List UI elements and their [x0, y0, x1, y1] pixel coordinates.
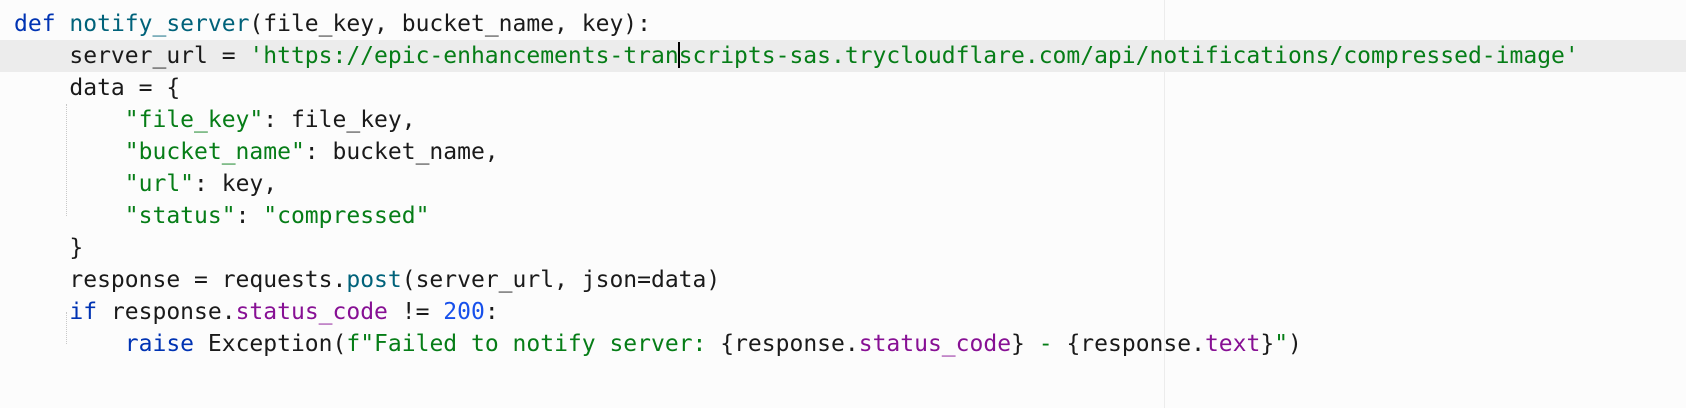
code-token-op: response. — [97, 299, 236, 325]
code-token-op: ) — [1288, 331, 1302, 357]
code-line[interactable]: "file_key": file_key, — [0, 104, 1686, 136]
code-token-kw: def — [14, 11, 56, 37]
code-token-op: : — [484, 299, 499, 325]
code-line[interactable]: response = requests.post(server_url, jso… — [0, 264, 1686, 296]
code-line[interactable]: data = { — [0, 72, 1686, 104]
code-line-text: if response.status_code != 200: — [14, 296, 499, 328]
code-token-op: {response. — [720, 331, 859, 357]
code-line-text: response = requests.post(server_url, jso… — [14, 264, 720, 296]
code-token-op: server_url = — [69, 43, 250, 69]
code-token-op: response = requests. — [69, 267, 347, 293]
code-line-text: data = { — [14, 72, 180, 104]
code-line[interactable]: def notify_server(file_key, bucket_name,… — [0, 8, 1686, 40]
code-line-current[interactable]: server_url = 'https://epic-enhancements-… — [0, 40, 1686, 72]
code-token-num: 200 — [443, 299, 485, 325]
code-token-str: "bucket_name" — [124, 139, 305, 165]
code-token-kw: raise — [124, 331, 195, 357]
code-line[interactable]: if response.status_code != 200: — [0, 296, 1686, 328]
code-line[interactable]: "url": key, — [0, 168, 1686, 200]
code-token-attr: status_code — [235, 299, 388, 325]
code-token-op: Exception( — [194, 331, 347, 357]
code-line[interactable]: raise Exception(f"Failed to notify serve… — [0, 328, 1686, 360]
code-token-attr: status_code — [858, 331, 1012, 357]
code-token-str: "url" — [124, 171, 195, 197]
code-token-op: } — [1011, 331, 1025, 357]
code-line-text: "url": key, — [14, 168, 277, 200]
code-token-str: - — [1024, 331, 1067, 357]
code-token-str: 'https://epic-enhancements-tran — [249, 43, 679, 69]
code-token-op: : file_key, — [263, 107, 416, 133]
code-token-fn: post — [346, 267, 402, 293]
code-line-text: raise Exception(f"Failed to notify serve… — [14, 328, 1302, 360]
code-token-op: } — [1260, 331, 1275, 357]
code-token-attr: text — [1204, 331, 1261, 357]
code-line[interactable]: "status": "compressed" — [0, 200, 1686, 232]
code-token-op: : — [235, 203, 264, 229]
code-token-op: } — [69, 235, 84, 261]
code-token-str: "file_key" — [124, 107, 264, 133]
code-line-text: } — [14, 232, 83, 264]
code-token-op: (file_key, bucket_name, key): — [249, 11, 651, 37]
code-token-str: "compressed" — [263, 203, 430, 229]
code-line-text: "file_key": file_key, — [14, 104, 416, 136]
code-token-op: : bucket_name, — [304, 139, 499, 165]
code-line-text: "status": "compressed" — [14, 200, 430, 232]
code-line-text: "bucket_name": bucket_name, — [14, 136, 499, 168]
code-token-op: : key, — [194, 171, 278, 197]
code-token-fn: notify_server — [69, 11, 250, 37]
code-line[interactable]: "bucket_name": bucket_name, — [0, 136, 1686, 168]
code-line-text: server_url = 'https://epic-enhancements-… — [14, 40, 1579, 72]
code-token-str: f"Failed to notify server: — [346, 331, 721, 357]
code-token-str: " — [1274, 331, 1289, 357]
code-token-kw: if — [69, 299, 98, 325]
code-token-str: scripts-sas.trycloudflare.com/api/notifi… — [678, 43, 1579, 69]
code-token-str: "status" — [124, 203, 236, 229]
code-token-op — [56, 11, 70, 37]
code-token-op: {response. — [1066, 331, 1205, 357]
code-editor[interactable]: def notify_server(file_key, bucket_name,… — [0, 0, 1686, 408]
code-line[interactable]: } — [0, 232, 1686, 264]
code-token-op: data = { — [69, 75, 181, 101]
code-token-op: != — [387, 299, 444, 325]
code-token-op: (server_url, json=data) — [401, 267, 721, 293]
code-line-text: def notify_server(file_key, bucket_name,… — [14, 8, 651, 40]
